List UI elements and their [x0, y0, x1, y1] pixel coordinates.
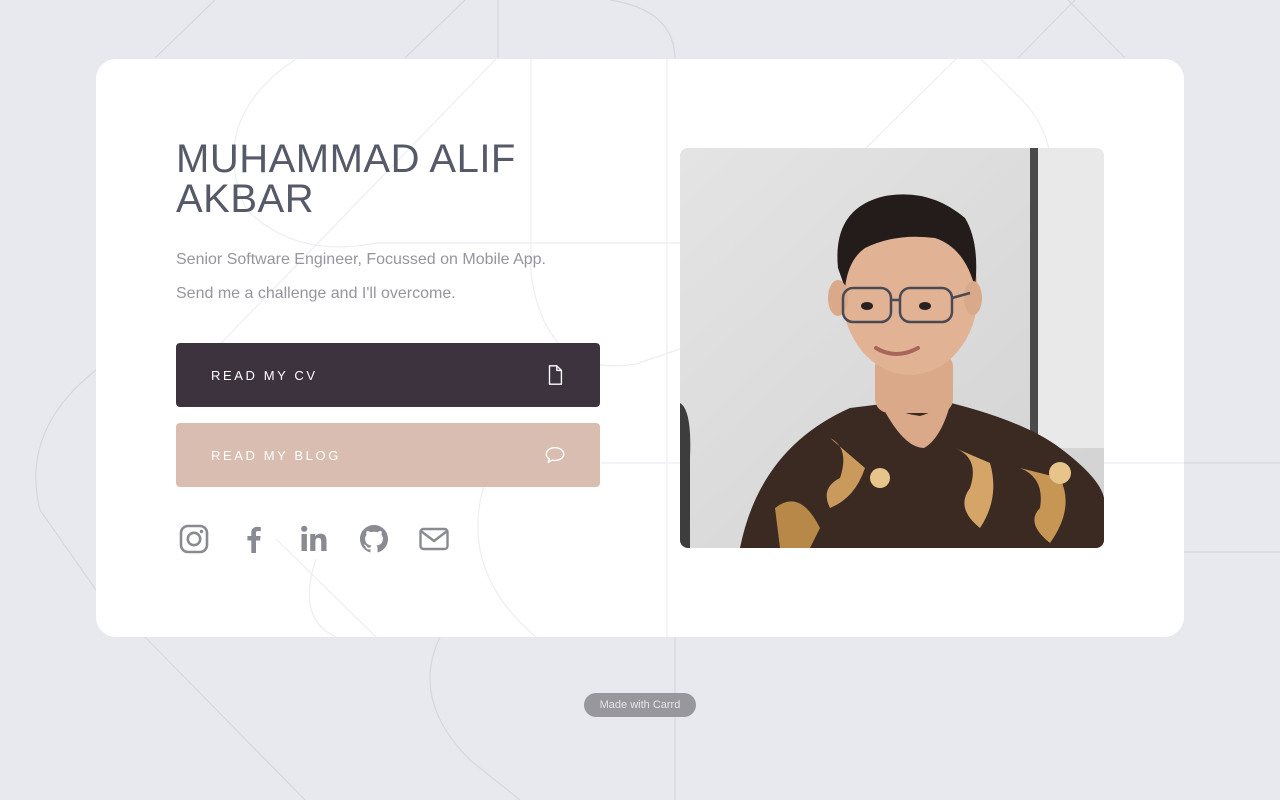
profile-card: MUHAMMAD ALIF AKBAR Senior Software Engi…: [96, 59, 1184, 637]
read-cv-label: READ MY CV: [211, 367, 318, 383]
facebook-link[interactable]: [236, 521, 272, 557]
facebook-icon: [247, 526, 261, 553]
instagram-link[interactable]: [176, 521, 212, 557]
made-with-carrd-badge[interactable]: Made with Carrd: [584, 693, 696, 717]
linkedin-link[interactable]: [296, 521, 332, 557]
portrait-image: [680, 148, 1104, 548]
motto-text: Send me a challenge and I'll overcome.: [176, 285, 456, 302]
read-blog-label: READ MY BLOG: [211, 447, 341, 463]
read-cv-button[interactable]: READ MY CV: [176, 343, 600, 407]
email-link[interactable]: [416, 521, 452, 557]
page-title: MUHAMMAD ALIF AKBAR: [176, 137, 516, 221]
chat-bubble-icon: [545, 446, 565, 464]
github-icon: [360, 525, 388, 553]
linkedin-icon: [301, 525, 327, 551]
social-links: [176, 521, 452, 557]
github-link[interactable]: [356, 521, 392, 557]
document-icon: [548, 365, 563, 385]
tagline-text: Senior Software Engineer, Focussed on Mo…: [176, 251, 546, 268]
email-icon: [419, 527, 449, 551]
read-blog-button[interactable]: READ MY BLOG: [176, 423, 600, 487]
instagram-icon: [179, 524, 209, 554]
profile-photo: [680, 148, 1104, 548]
